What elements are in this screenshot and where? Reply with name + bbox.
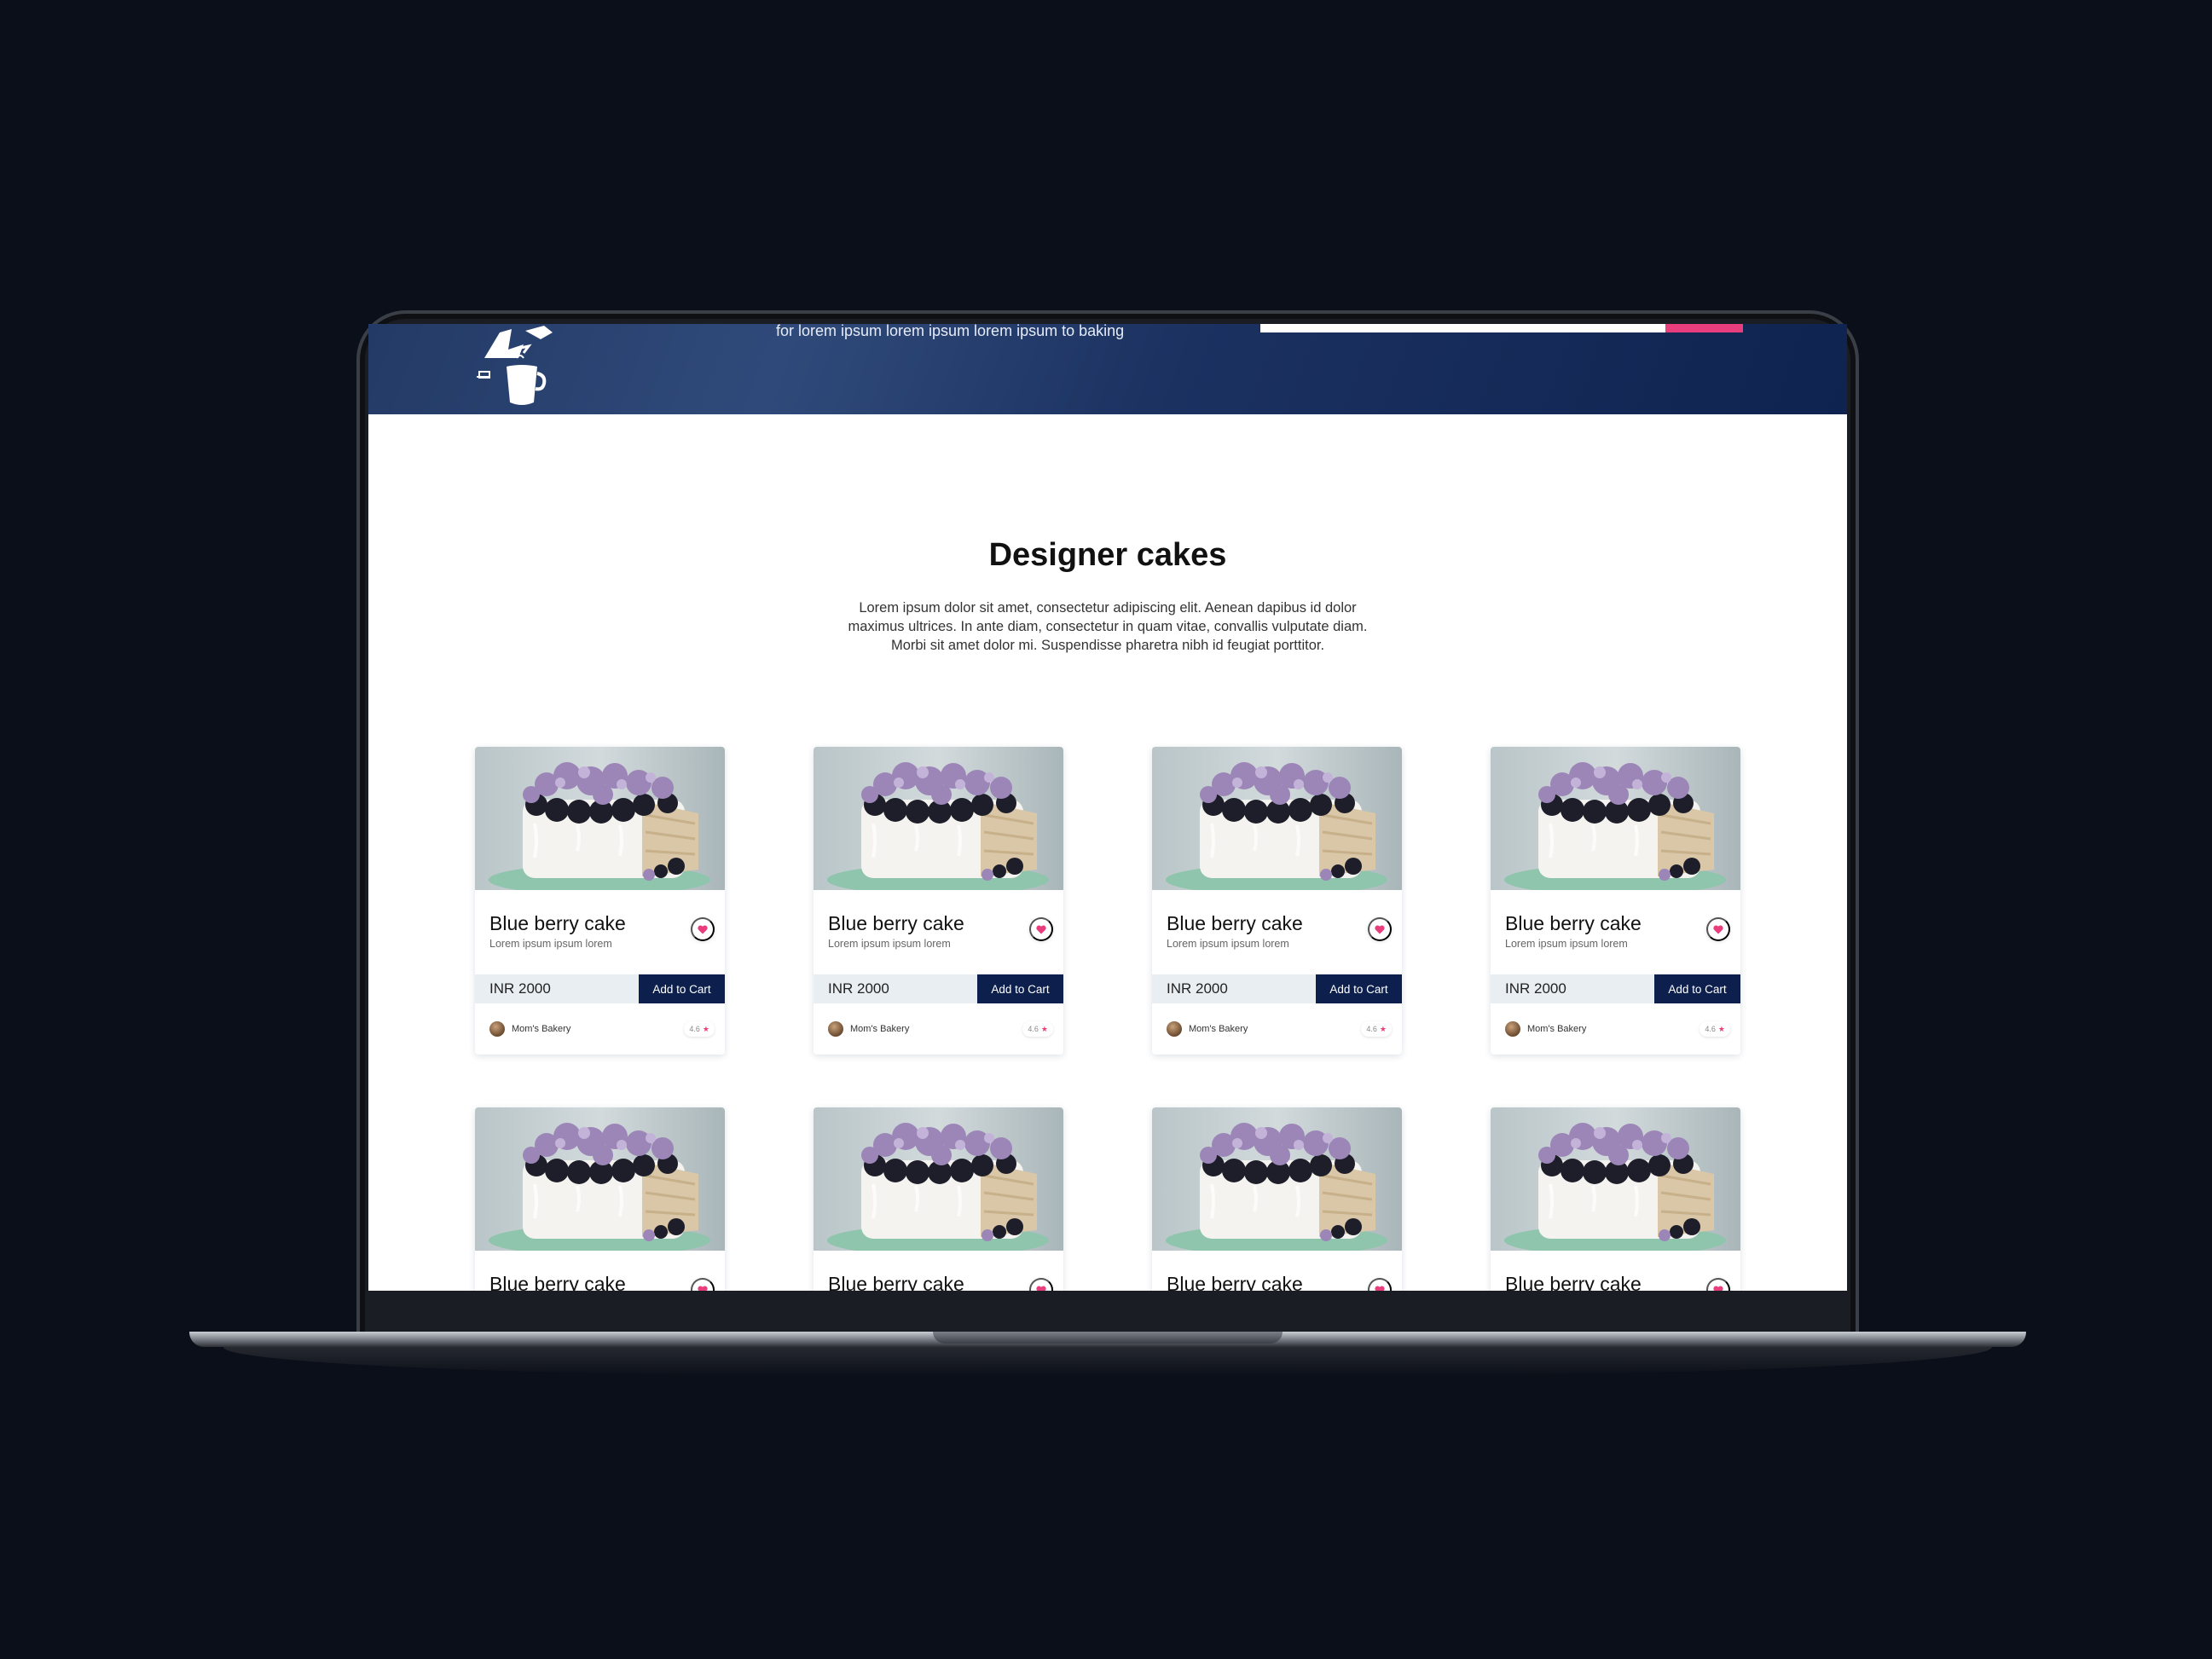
cake-image	[1152, 747, 1402, 890]
product-price: INR 2000	[828, 980, 889, 997]
hero-progress-fill	[1665, 324, 1743, 332]
seller-info[interactable]: Mom's Bakery	[828, 1021, 909, 1037]
add-to-cart-button[interactable]: Add to Cart	[1316, 974, 1402, 1003]
rating-value: 4.6	[1028, 1025, 1039, 1033]
price-bar: INR 2000 Add to Cart	[475, 974, 725, 1003]
cake-image	[1152, 1107, 1402, 1251]
product-card[interactable]: Blue berry cake Lorem ipsum ipsum lorem …	[475, 747, 725, 1055]
seller-info[interactable]: Mom's Bakery	[1505, 1021, 1586, 1037]
hero-banner: for lorem ipsum lorem ipsum lorem ipsum …	[368, 324, 1847, 414]
price-bar: INR 2000 Add to Cart	[814, 974, 1063, 1003]
cake-image	[814, 1107, 1063, 1251]
price-bar: INR 2000 Add to Cart	[1152, 974, 1402, 1003]
cake-image	[475, 1107, 725, 1251]
seller-avatar	[828, 1021, 843, 1037]
product-card[interactable]: Blue berry cake ★	[1491, 1107, 1740, 1291]
laptop-screen: for lorem ipsum lorem ipsum lorem ipsum …	[368, 324, 1847, 1291]
product-price: INR 2000	[489, 980, 551, 997]
heart-icon	[1375, 1286, 1385, 1291]
product-title: Blue berry cake	[828, 1273, 964, 1291]
add-to-cart-button[interactable]: Add to Cart	[639, 974, 725, 1003]
heart-icon	[698, 1286, 708, 1291]
product-card[interactable]: Blue berry cake ★	[1152, 1107, 1402, 1291]
laptop-notch	[933, 1332, 1283, 1344]
seller-name: Mom's Bakery	[850, 1024, 910, 1034]
rating-value: 4.6	[1366, 1025, 1377, 1033]
rating-value: 4.6	[1705, 1025, 1716, 1033]
product-grid: Blue berry cake Lorem ipsum ipsum lorem …	[475, 747, 1740, 1291]
rating-badge: 4.6 ★	[1022, 1021, 1053, 1037]
product-price: INR 2000	[1167, 980, 1228, 997]
star-icon: ★	[1379, 1024, 1387, 1033]
seller-avatar	[489, 1021, 505, 1037]
favorite-button[interactable]	[1706, 1278, 1730, 1291]
product-subtitle: Lorem ipsum ipsum lorem	[828, 938, 951, 950]
heart-icon	[698, 925, 708, 934]
seller-avatar	[1505, 1021, 1520, 1037]
laptop-shadow	[223, 1347, 1992, 1376]
product-subtitle: Lorem ipsum ipsum lorem	[489, 938, 612, 950]
rating-value: 4.6	[689, 1025, 700, 1033]
hero-progress-bar	[1260, 324, 1743, 332]
product-title: Blue berry cake	[1167, 912, 1303, 934]
cake-image	[1491, 747, 1740, 890]
rating-badge: 4.6 ★	[1361, 1021, 1392, 1037]
heart-icon	[1375, 925, 1385, 934]
product-title: Blue berry cake	[489, 1273, 626, 1291]
section-description: Lorem ipsum dolor sit amet, consectetur …	[848, 600, 1368, 653]
baker-illustration	[477, 326, 553, 405]
product-title: Blue berry cake	[1505, 1273, 1642, 1291]
product-title: Blue berry cake	[828, 912, 964, 934]
favorite-button[interactable]	[1029, 917, 1053, 941]
heart-icon	[1713, 1286, 1723, 1291]
product-title: Blue berry cake	[1505, 912, 1642, 934]
product-price: INR 2000	[1505, 980, 1566, 997]
favorite-button[interactable]	[1368, 917, 1392, 941]
star-icon: ★	[1040, 1024, 1048, 1033]
heart-icon	[1713, 925, 1723, 934]
product-subtitle: Lorem ipsum ipsum lorem	[1505, 938, 1628, 950]
seller-name: Mom's Bakery	[1189, 1024, 1248, 1034]
seller-info[interactable]: Mom's Bakery	[1167, 1021, 1248, 1037]
favorite-button[interactable]	[1706, 917, 1730, 941]
product-card[interactable]: Blue berry cake ★	[475, 1107, 725, 1291]
seller-avatar	[1167, 1021, 1182, 1037]
seller-info[interactable]: Mom's Bakery	[489, 1021, 570, 1037]
heart-icon	[1036, 925, 1046, 934]
favorite-button[interactable]	[691, 1278, 715, 1291]
heart-icon	[1036, 1286, 1046, 1291]
cake-image	[814, 747, 1063, 890]
product-card[interactable]: Blue berry cake Lorem ipsum ipsum lorem …	[1491, 747, 1740, 1055]
cake-image	[475, 747, 725, 890]
product-subtitle: Lorem ipsum ipsum lorem	[1167, 938, 1289, 950]
product-title: Blue berry cake	[489, 912, 626, 934]
favorite-button[interactable]	[1368, 1278, 1392, 1291]
product-card[interactable]: Blue berry cake Lorem ipsum ipsum lorem …	[1152, 747, 1402, 1055]
rating-badge: 4.6 ★	[684, 1021, 715, 1037]
star-icon: ★	[702, 1024, 709, 1033]
price-bar: INR 2000 Add to Cart	[1491, 974, 1740, 1003]
seller-name: Mom's Bakery	[1527, 1024, 1587, 1034]
add-to-cart-button[interactable]: Add to Cart	[977, 974, 1063, 1003]
favorite-button[interactable]	[691, 917, 715, 941]
star-icon: ★	[1717, 1024, 1725, 1033]
product-card[interactable]: Blue berry cake Lorem ipsum ipsum lorem …	[814, 747, 1063, 1055]
add-to-cart-button[interactable]: Add to Cart	[1654, 974, 1740, 1003]
cake-image	[1491, 1107, 1740, 1251]
section-title: Designer cakes	[988, 537, 1227, 573]
rating-badge: 4.6 ★	[1700, 1021, 1730, 1037]
hero-tagline: for lorem ipsum lorem ipsum lorem ipsum …	[776, 324, 1125, 339]
favorite-button[interactable]	[1029, 1278, 1053, 1291]
product-card[interactable]: Blue berry cake ★	[814, 1107, 1063, 1291]
seller-name: Mom's Bakery	[512, 1024, 571, 1034]
product-title: Blue berry cake	[1167, 1273, 1303, 1291]
